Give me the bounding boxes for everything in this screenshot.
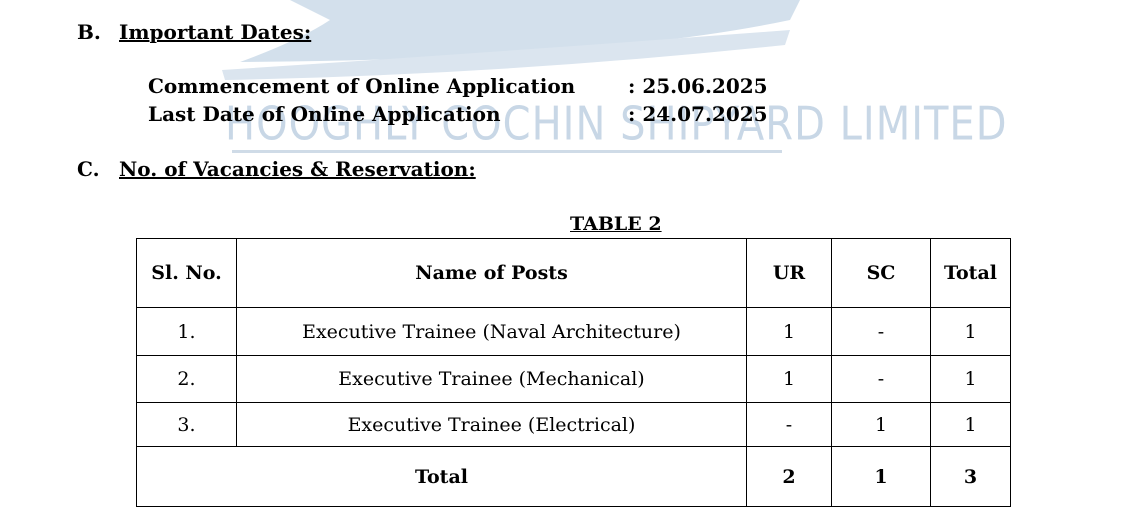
total-sc: 1: [831, 446, 931, 507]
date-value: : 24.07.2025: [628, 102, 768, 126]
cell-ur: 1: [746, 307, 832, 356]
date-label: Last Date of Online Application: [148, 102, 501, 126]
total-ur: 2: [746, 446, 832, 507]
section-b-title: Important Dates:: [119, 20, 312, 44]
cell-total: 1: [930, 355, 1011, 403]
cell-sc: -: [831, 355, 931, 403]
cell-sl-no: 2.: [136, 355, 237, 403]
section-c-title: No. of Vacancies & Reservation:: [119, 157, 476, 181]
date-label: Commencement of Online Application: [148, 74, 576, 98]
date-value: : 25.06.2025: [628, 74, 768, 98]
cell-ur: 1: [746, 355, 832, 403]
cell-sc: 1: [831, 402, 931, 447]
table-header-row: Sl. No. Name of Posts UR SC Total: [136, 238, 1011, 308]
section-c-letter: C.: [77, 157, 100, 181]
section-b-letter: B.: [77, 20, 101, 44]
cell-ur: -: [746, 402, 832, 447]
cell-sl-no: 3.: [136, 402, 237, 447]
cell-total: 1: [930, 307, 1011, 356]
table-row: 2. Executive Trainee (Mechanical) 1 - 1: [136, 355, 1011, 403]
table-total-row: Total 2 1 3: [136, 446, 1011, 507]
cell-sc: -: [831, 307, 931, 356]
header-sl-no: Sl. No.: [136, 238, 237, 308]
document-page: B. Important Dates: Commencement of Onli…: [0, 0, 1138, 512]
header-sc: SC: [831, 238, 931, 308]
total-label: Total: [136, 446, 747, 507]
cell-sl-no: 1.: [136, 307, 237, 356]
total-total: 3: [930, 446, 1011, 507]
cell-total: 1: [930, 402, 1011, 447]
cell-post-name: Executive Trainee (Naval Architecture): [236, 307, 747, 356]
cell-post-name: Executive Trainee (Mechanical): [236, 355, 747, 403]
vacancies-table: Sl. No. Name of Posts UR SC Total 1. Exe…: [136, 238, 1011, 507]
header-total: Total: [930, 238, 1011, 308]
header-ur: UR: [746, 238, 832, 308]
table-caption: TABLE 2: [570, 213, 662, 235]
table-row: 3. Executive Trainee (Electrical) - 1 1: [136, 402, 1011, 447]
header-name-of-posts: Name of Posts: [236, 238, 747, 308]
table-row: 1. Executive Trainee (Naval Architecture…: [136, 307, 1011, 356]
cell-post-name: Executive Trainee (Electrical): [236, 402, 747, 447]
